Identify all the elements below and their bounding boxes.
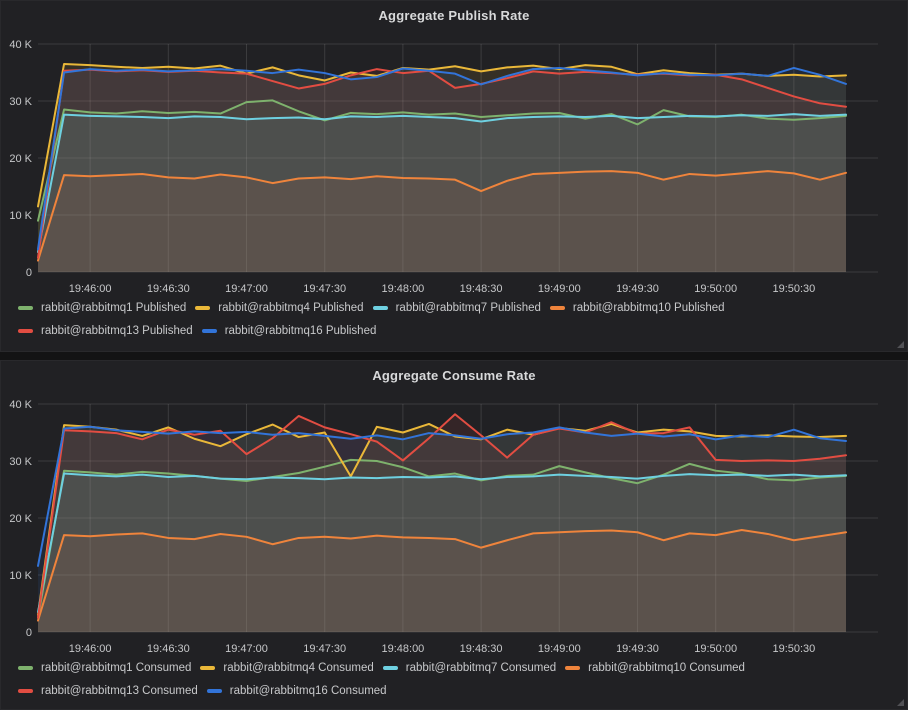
series-color-swatch [200,666,215,670]
legend-series-label: rabbit@rabbitmq4 Published [218,302,363,314]
legend-item[interactable]: rabbit@rabbitmq7 Published [373,298,541,318]
series-color-swatch [207,689,222,693]
series-color-swatch [195,306,210,310]
x-axis-tick-label: 19:50:30 [772,643,815,655]
legend-item[interactable]: rabbit@rabbitmq4 Published [195,298,363,318]
panel-resize-handle[interactable] [897,699,904,706]
y-axis-tick-label: 0 [26,627,32,639]
y-axis-tick-label: 10 K [9,570,32,582]
x-axis-tick-label: 19:47:00 [225,283,268,295]
x-axis-tick-label: 19:46:30 [147,643,190,655]
y-axis-tick-label: 10 K [9,210,32,222]
y-axis-tick-label: 30 K [9,96,32,108]
legend-item[interactable]: rabbit@rabbitmq4 Consumed [200,658,373,678]
series-color-swatch [18,329,33,333]
x-axis-tick-label: 19:46:00 [69,643,112,655]
legend-series-label: rabbit@rabbitmq16 Consumed [230,685,387,697]
x-axis-tick-label: 19:46:30 [147,283,190,295]
legend-series-label: rabbit@rabbitmq10 Consumed [588,662,745,674]
legend-item[interactable]: rabbit@rabbitmq13 Published [18,321,193,341]
x-axis-tick-label: 19:47:30 [303,643,346,655]
legend-item[interactable]: rabbit@rabbitmq1 Consumed [18,658,191,678]
legend-series-label: rabbit@rabbitmq1 Consumed [41,662,191,674]
x-axis-tick-label: 19:46:00 [69,283,112,295]
legend-series-label: rabbit@rabbitmq7 Published [396,302,541,314]
consume-rate-plot[interactable]: 0 10 K 20 K 30 K 40 K 19:46:00 19:46:30 19:47:0… [1,361,908,657]
x-axis-tick-label: 19:50:00 [694,283,737,295]
panel-aggregate-consume-rate: Aggregate Consume Rate 010 K20 K30 K40 K… [0,360,908,710]
y-axis-tick-label: 20 K [9,513,32,525]
x-axis-tick-label: 19:47:30 [303,283,346,295]
x-axis-tick-label: 19:50:30 [772,283,815,295]
legend-series-label: rabbit@rabbitmq13 Consumed [41,685,198,697]
x-axis-tick-label: 19:47:00 [225,643,268,655]
series-fill [38,68,846,272]
series-color-swatch [565,666,580,670]
series-color-swatch [550,306,565,310]
y-axis-tick-label: 40 K [9,399,32,411]
series-fill [38,427,846,632]
series-color-swatch [373,306,388,310]
series-color-swatch [18,666,33,670]
x-axis-tick-label: 19:48:00 [381,643,424,655]
series-color-swatch [18,306,33,310]
legend-item[interactable]: rabbit@rabbitmq10 Published [550,298,725,318]
x-axis-tick-label: 19:49:00 [538,643,581,655]
legend-series-label: rabbit@rabbitmq16 Published [225,325,377,337]
legend-series-label: rabbit@rabbitmq1 Published [41,302,186,314]
x-axis-tick-label: 19:49:00 [538,283,581,295]
y-axis-tick-label: 40 K [9,39,32,51]
y-axis-tick-label: 20 K [9,153,32,165]
series-color-swatch [202,329,217,333]
legend-series-label: rabbit@rabbitmq10 Published [573,302,725,314]
legend-series-label: rabbit@rabbitmq4 Consumed [223,662,373,674]
x-axis-tick-label: 19:48:30 [460,283,503,295]
panel-aggregate-publish-rate: Aggregate Publish Rate 010 K20 K30 K40 K… [0,0,908,352]
y-axis-tick-label: 0 [26,267,32,279]
legend-item[interactable]: rabbit@rabbitmq7 Consumed [383,658,556,678]
legend-item[interactable]: rabbit@rabbitmq1 Published [18,298,186,318]
panel-resize-handle[interactable] [897,341,904,348]
x-axis-tick-label: 19:49:30 [616,643,659,655]
legend-item[interactable]: rabbit@rabbitmq13 Consumed [18,681,198,701]
legend-item[interactable]: rabbit@rabbitmq16 Published [202,321,377,341]
x-axis-tick-label: 19:49:30 [616,283,659,295]
legend-series-label: rabbit@rabbitmq7 Consumed [406,662,556,674]
publish-rate-plot[interactable]: 0 10 K 20 K 30 K 40 K 19:46:00 19:46:30 19:47:0… [1,1,908,297]
x-axis-tick-label: 19:50:00 [694,643,737,655]
publish-legend: rabbit@rabbitmq1 Published rabbit@rabbitm… [18,298,895,341]
legend-series-label: rabbit@rabbitmq13 Published [41,325,193,337]
y-axis-tick-label: 30 K [9,456,32,468]
series-color-swatch [18,689,33,693]
legend-item[interactable]: rabbit@rabbitmq10 Consumed [565,658,745,678]
legend-item[interactable]: rabbit@rabbitmq16 Consumed [207,681,387,701]
consume-legend: rabbit@rabbitmq1 Consumed rabbit@rabbitmq… [18,658,895,701]
x-axis-tick-label: 19:48:00 [381,283,424,295]
series-color-swatch [383,666,398,670]
x-axis-tick-label: 19:48:30 [460,643,503,655]
